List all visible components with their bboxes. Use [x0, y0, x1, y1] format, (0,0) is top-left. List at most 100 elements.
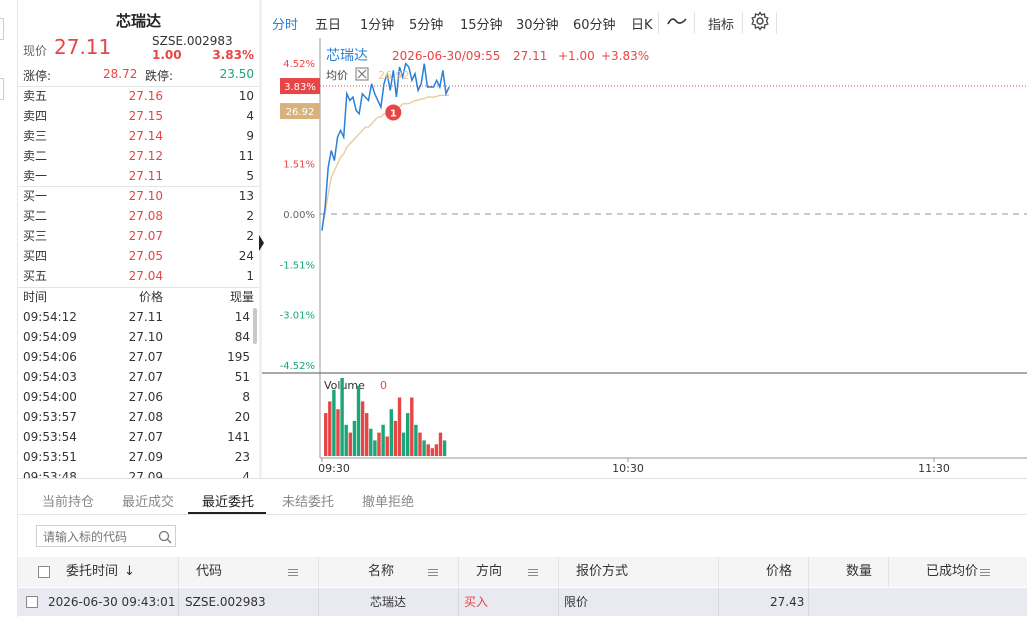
x-tick-label: 10:30 — [612, 462, 644, 475]
y-tick-label: -3.01% — [280, 311, 315, 322]
trade-price: 27.07 — [128, 430, 163, 444]
tab-1min[interactable]: 1分钟 — [360, 14, 394, 33]
column-separator — [558, 588, 559, 616]
level-price: 27.05 — [128, 249, 163, 263]
trades-scrollbar[interactable] — [253, 308, 257, 344]
line-style-icon[interactable] — [666, 12, 688, 34]
volume-bar — [406, 413, 410, 456]
level-volume: 11 — [238, 149, 254, 163]
cell-code: SZSE.002983 — [185, 595, 266, 609]
level-price: 27.11 — [128, 169, 163, 183]
column-menu-icon[interactable] — [288, 569, 298, 576]
trade-row: 09:54:06 27.07 195 — [23, 347, 250, 367]
intraday-chart[interactable]: 4.52%3.01%1.51%0.00%-1.51%-3.01%-4.52%3.… — [262, 38, 1027, 478]
tab-5min[interactable]: 5分钟 — [409, 14, 443, 33]
sort-desc-icon[interactable]: ↓ — [124, 557, 135, 587]
column-header-price[interactable]: 价格 — [766, 557, 792, 587]
symbol-search-input[interactable] — [37, 527, 151, 547]
ask-level[interactable]: 卖五 27.16 10 — [23, 86, 254, 106]
tab-60min[interactable]: 60分钟 — [573, 14, 616, 33]
column-header-avg-fill[interactable]: 已成均价 — [926, 557, 978, 587]
tab-open-orders[interactable]: 未结委托 — [282, 491, 334, 510]
bid-level[interactable]: 买一 27.10 13 — [23, 186, 254, 206]
volume-bar — [324, 413, 328, 456]
edge-tab[interactable] — [0, 78, 4, 100]
level-volume: 9 — [246, 129, 254, 143]
bid-level[interactable]: 买五 27.04 1 — [23, 266, 254, 286]
tab-rejected[interactable]: 撤单拒绝 — [362, 491, 414, 510]
edge-tab[interactable] — [0, 18, 4, 40]
tab-intraday[interactable]: 分时 — [272, 14, 298, 33]
bid-level[interactable]: 买三 27.07 2 — [23, 226, 254, 246]
trade-price: 27.07 — [128, 350, 163, 364]
tab-positions[interactable]: 当前持仓 — [42, 491, 94, 510]
y-tick-label: 0.00% — [283, 210, 315, 221]
bid-level[interactable]: 买二 27.08 2 — [23, 206, 254, 226]
column-header-quantity[interactable]: 数量 — [846, 557, 872, 587]
tab-15min[interactable]: 15分钟 — [460, 14, 503, 33]
tab-recent-orders[interactable]: 最近委托 — [202, 491, 254, 510]
column-header-code[interactable]: 代码 — [196, 557, 222, 587]
volume-bar — [377, 432, 381, 456]
column-header-direction[interactable]: 方向 — [476, 557, 502, 587]
volume-bar — [348, 432, 352, 456]
trade-volume: 141 — [227, 430, 250, 444]
column-separator — [718, 557, 719, 587]
tab-five-day[interactable]: 五日 — [315, 14, 341, 33]
indicator-button[interactable]: 指标 — [708, 14, 734, 33]
tab-30min[interactable]: 30分钟 — [516, 14, 559, 33]
price-line[interactable] — [321, 62, 450, 231]
ask-level[interactable]: 卖三 27.14 9 — [23, 126, 254, 146]
limit-up-value: 28.72 — [103, 67, 138, 81]
column-header-name[interactable]: 名称 — [368, 557, 394, 587]
column-header-price-type[interactable]: 报价方式 — [576, 557, 628, 587]
trading-app: 芯瑞达 现价 27.11 SZSE.002983 1.00 3.83% 涨停: … — [0, 0, 1027, 617]
ask-level[interactable]: 卖二 27.12 11 — [23, 146, 254, 166]
chart-toolbar: 分时 五日 1分钟 5分钟 15分钟 30分钟 60分钟 日K 指标 — [262, 8, 1027, 38]
column-menu-icon[interactable] — [428, 569, 438, 576]
cell-direction: 买入 — [464, 595, 489, 609]
bid-level[interactable]: 买四 27.05 24 — [23, 246, 254, 266]
gear-icon[interactable] — [750, 11, 770, 35]
trade-volume: 195 — [227, 350, 250, 364]
tab-recent-fills[interactable]: 最近成交 — [122, 491, 174, 510]
header-volume: 现量 — [229, 290, 254, 304]
chart-stock-name: 芯瑞达 — [326, 48, 368, 64]
level-volume: 2 — [246, 209, 254, 223]
ask-level[interactable]: 卖一 27.11 5 — [23, 166, 254, 186]
symbol-search — [36, 525, 176, 547]
select-all-checkbox[interactable] — [38, 566, 50, 578]
trade-volume: 20 — [234, 410, 250, 424]
level-price: 27.15 — [128, 109, 163, 123]
row-checkbox[interactable] — [26, 596, 38, 608]
table-row[interactable]: 2026-06-30 09:43:01 SZSE.002983 芯瑞达 买入 限… — [18, 588, 1027, 616]
volume-bar — [344, 424, 348, 456]
volume-bar — [356, 385, 361, 456]
volume-bar — [373, 440, 377, 456]
volume-bar — [352, 420, 357, 456]
quote-panel: 芯瑞达 现价 27.11 SZSE.002983 1.00 3.83% 涨停: … — [18, 0, 259, 478]
trade-price: 27.09 — [128, 450, 163, 464]
price-change-pct: 3.83% — [212, 48, 254, 62]
trade-row: 09:54:12 27.11 14 — [23, 307, 250, 327]
toolbar-divider — [742, 12, 743, 34]
column-menu-icon[interactable] — [528, 569, 538, 576]
trade-row: 09:53:48 27.09 4 — [23, 467, 250, 478]
level-volume: 13 — [238, 189, 254, 203]
trade-row: 09:53:51 27.09 23 — [23, 447, 250, 467]
level-price: 27.10 — [128, 189, 163, 203]
search-icon[interactable] — [158, 529, 172, 548]
limit-down-label: 跌停: — [145, 69, 174, 83]
chart-price: 27.11 — [513, 49, 547, 63]
current-pct-tag-text: 3.83% — [284, 82, 316, 93]
column-header-time[interactable]: 委托时间 — [66, 557, 118, 587]
column-menu-icon[interactable] — [980, 569, 990, 576]
tab-daily-k[interactable]: 日K — [631, 14, 653, 33]
trade-price: 27.07 — [128, 370, 163, 384]
level-price: 27.07 — [128, 229, 163, 243]
price-label: 现价 — [23, 44, 48, 58]
level-volume: 1 — [246, 269, 254, 283]
volume-bar — [369, 428, 373, 456]
ask-level[interactable]: 卖四 27.15 4 — [23, 106, 254, 126]
trade-price: 27.06 — [128, 390, 163, 404]
